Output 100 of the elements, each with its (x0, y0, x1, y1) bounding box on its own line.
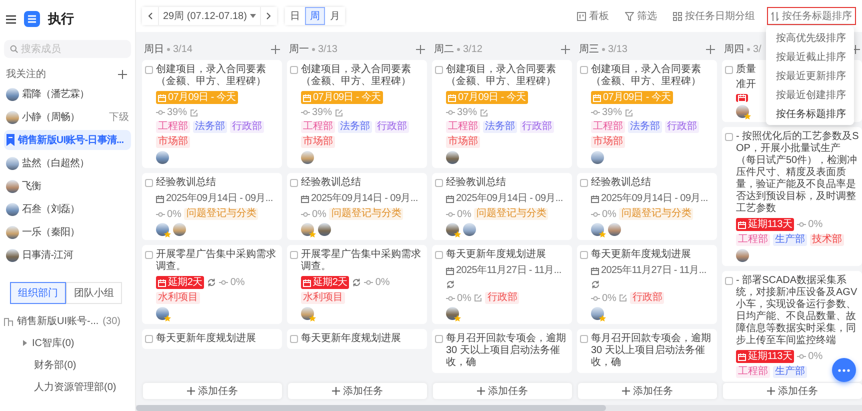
avatar (6, 248, 19, 262)
progress-text: 0% (808, 219, 823, 230)
tree-label[interactable]: 销售新版UI账号-... (17, 314, 99, 328)
repeat-icon (446, 280, 455, 289)
calendar-icon (158, 278, 166, 286)
member-note: 下级 (109, 111, 129, 124)
menu-item[interactable]: 按最近创建排序 (766, 85, 854, 104)
task-checkbox[interactable] (145, 66, 153, 74)
edit-icon (190, 108, 198, 116)
star-icon (309, 315, 316, 322)
member-name: 小静（周畅） (22, 110, 81, 124)
task-card[interactable]: 经验教训总结 2025年09月14日 - 09月... 0% 问题登记与分类 (287, 173, 427, 240)
task-checkbox[interactable] (725, 277, 733, 285)
task-title: 经验教训总结 (591, 177, 652, 189)
task-checkbox[interactable] (725, 133, 733, 141)
tree-label[interactable]: IC智库(0) (32, 336, 74, 350)
menu-item[interactable]: 按高优先级排序 (766, 28, 854, 47)
tree-label[interactable]: 财务部(0) (34, 358, 76, 372)
calendar-icon (738, 94, 746, 102)
scrollbar-thumb[interactable] (136, 405, 606, 411)
date-text: 07月09日 - 今天 (313, 91, 381, 104)
task-checkbox[interactable] (580, 251, 588, 259)
search-field[interactable]: 搜索成员 (4, 40, 131, 58)
tag: 问题登记与分类 (474, 208, 548, 220)
task-card[interactable]: 每天更新年度规划进展 2025年11月27日 - 11月... 0% 行政部 (432, 245, 572, 324)
date-text: 2025年09月14日 - 09月... (456, 192, 563, 205)
task-checkbox[interactable] (290, 335, 298, 343)
avatar (6, 226, 19, 238)
task-card[interactable]: 创建项目，录入合同要素（金额、甲方、里程碑） 07月09日 - 今天 39% 工程部 法务部 行政部 市场部 (577, 60, 717, 168)
star-icon (164, 315, 171, 322)
task-card[interactable]: 每天更新年度规划进展 (142, 329, 282, 349)
bookmark-icon (6, 134, 15, 146)
task-checkbox[interactable] (290, 179, 298, 187)
task-card[interactable]: 经验教训总结 2025年09月14日 - 09月... 0% 问题登记与分类 (577, 173, 717, 240)
previous-button[interactable] (142, 7, 158, 25)
add-task-button[interactable]: 添加任务 (433, 383, 572, 399)
plus-icon (706, 44, 715, 54)
task-card[interactable]: 创建项目，录入合同要素（金额、甲方、里程碑） 07月09日 - 今天 39% 工程部 法务部 行政部 市场部 (142, 60, 282, 168)
avatar (6, 110, 19, 124)
task-checkbox[interactable] (580, 335, 588, 343)
add-task-button[interactable]: 添加任务 (288, 383, 427, 399)
task-checkbox[interactable] (580, 66, 588, 74)
progress-icon (156, 110, 165, 115)
task-card[interactable]: 每月召开回款专项会，逾期 30 天以上项目启动法务催收，确 (577, 329, 717, 373)
task-checkbox[interactable] (145, 251, 153, 259)
calendar-icon (738, 352, 746, 360)
add-task-button[interactable]: 添加任务 (578, 383, 717, 399)
progress-text: 0% (312, 208, 326, 220)
calendar-icon (446, 266, 454, 274)
menu-item[interactable]: 按任务标题排序 (766, 104, 854, 123)
task-card[interactable]: 开展零星广告集中采购需求调查。 延期2天 0% 水利项目 (142, 245, 282, 324)
calendar-icon (446, 194, 454, 202)
task-checkbox[interactable] (435, 179, 443, 187)
group-tab[interactable]: 组织部门 (10, 282, 66, 304)
task-checkbox[interactable] (290, 251, 298, 259)
task-card[interactable]: - 按照优化后的工艺参数及SOP，开展小批量试生产（每日试产50件），检测冲压件尺寸、精度及表面质量，验证产能及不良品率是否达到预设目标，及时调整工艺参数 延期113天 0% 工程部 生产部 技术部 (722, 127, 862, 266)
tag: 工程部 (736, 234, 770, 246)
task-checkbox[interactable] (145, 335, 153, 343)
group-tab[interactable]: 团队小组 (66, 282, 122, 304)
calendar-icon (301, 194, 309, 202)
tree-label[interactable]: 人力资源管理部(0) (34, 380, 116, 394)
task-card[interactable]: 经验教训总结 2025年09月14日 - 09月... 0% 问题登记与分类 (432, 173, 572, 240)
task-checkbox[interactable] (435, 335, 443, 343)
view-tab[interactable]: 日 (284, 7, 305, 25)
view-tab[interactable]: 周 (304, 7, 325, 25)
task-card[interactable]: 开展零星广告集中采购需求调查。 延期2天 0% 水利项目 (287, 245, 427, 324)
date-text: 延期113天 (748, 350, 792, 363)
task-card[interactable]: 每月召开回款专项会，逾期 30 天以上项目启动法务催收，确 (432, 329, 572, 373)
view-tab[interactable]: 月 (324, 7, 345, 25)
task-checkbox[interactable] (435, 66, 443, 74)
task-card[interactable]: 每天更新年度规划进展 (287, 329, 427, 349)
week-select[interactable]: 29周 (07.12-07.18) (158, 7, 261, 25)
calendar-icon (738, 220, 746, 228)
task-card[interactable]: 经验教训总结 2025年09月14日 - 09月... 0% 问题登记与分类 (142, 173, 282, 240)
filter-icon (625, 12, 634, 20)
task-card[interactable]: - 部署SCADA数据采集系统，对接新冲压设备及AGV小车，实现设备运行参数、日均产能、不良品数量、故障信息等数据实时采集，同步上传至车间监控终端 延期113天 0% 工程部 生产部 (722, 271, 862, 382)
repeat-icon (207, 278, 216, 287)
add-task-button[interactable]: 添加任务 (143, 383, 282, 399)
progress-text: 39% (602, 107, 622, 118)
member-name: 盐然（白超然） (22, 156, 90, 170)
tag: 行政部 (665, 121, 699, 133)
date-text: 07月09日 - 今天 (168, 91, 236, 104)
task-card[interactable]: 每天更新年度规划进展 2025年11月27日 - 11月... 0% 行政部 (577, 245, 717, 324)
task-checkbox[interactable] (435, 251, 443, 259)
repeat-icon (352, 278, 362, 287)
task-checkbox[interactable] (580, 179, 588, 187)
task-checkbox[interactable] (145, 179, 153, 187)
task-card[interactable]: 创建项目，录入合同要素（金额、甲方、里程碑） 07月09日 - 今天 39% 工程部 法务部 行政部 市场部 (432, 60, 572, 168)
toolbar-button[interactable]: 按任务标题排序 (767, 7, 856, 25)
task-checkbox[interactable] (725, 66, 733, 74)
next-button[interactable] (260, 7, 277, 25)
column-count: 3/14 (173, 44, 194, 54)
task-card[interactable]: 创建项目，录入合同要素（金额、甲方、里程碑） 07月09日 - 今天 39% 工程部 法务部 行政部 市场部 (287, 60, 427, 168)
menu-item[interactable]: 按最近更新排序 (766, 66, 854, 85)
plus-icon (332, 387, 340, 395)
more-icon (838, 368, 850, 372)
member-item[interactable]: 销售新版UI账号-日事清... (4, 130, 131, 150)
date-text: 延期113天 (748, 218, 792, 231)
task-checkbox[interactable] (290, 66, 298, 74)
add-task-button[interactable]: 添加任务 (723, 383, 862, 399)
